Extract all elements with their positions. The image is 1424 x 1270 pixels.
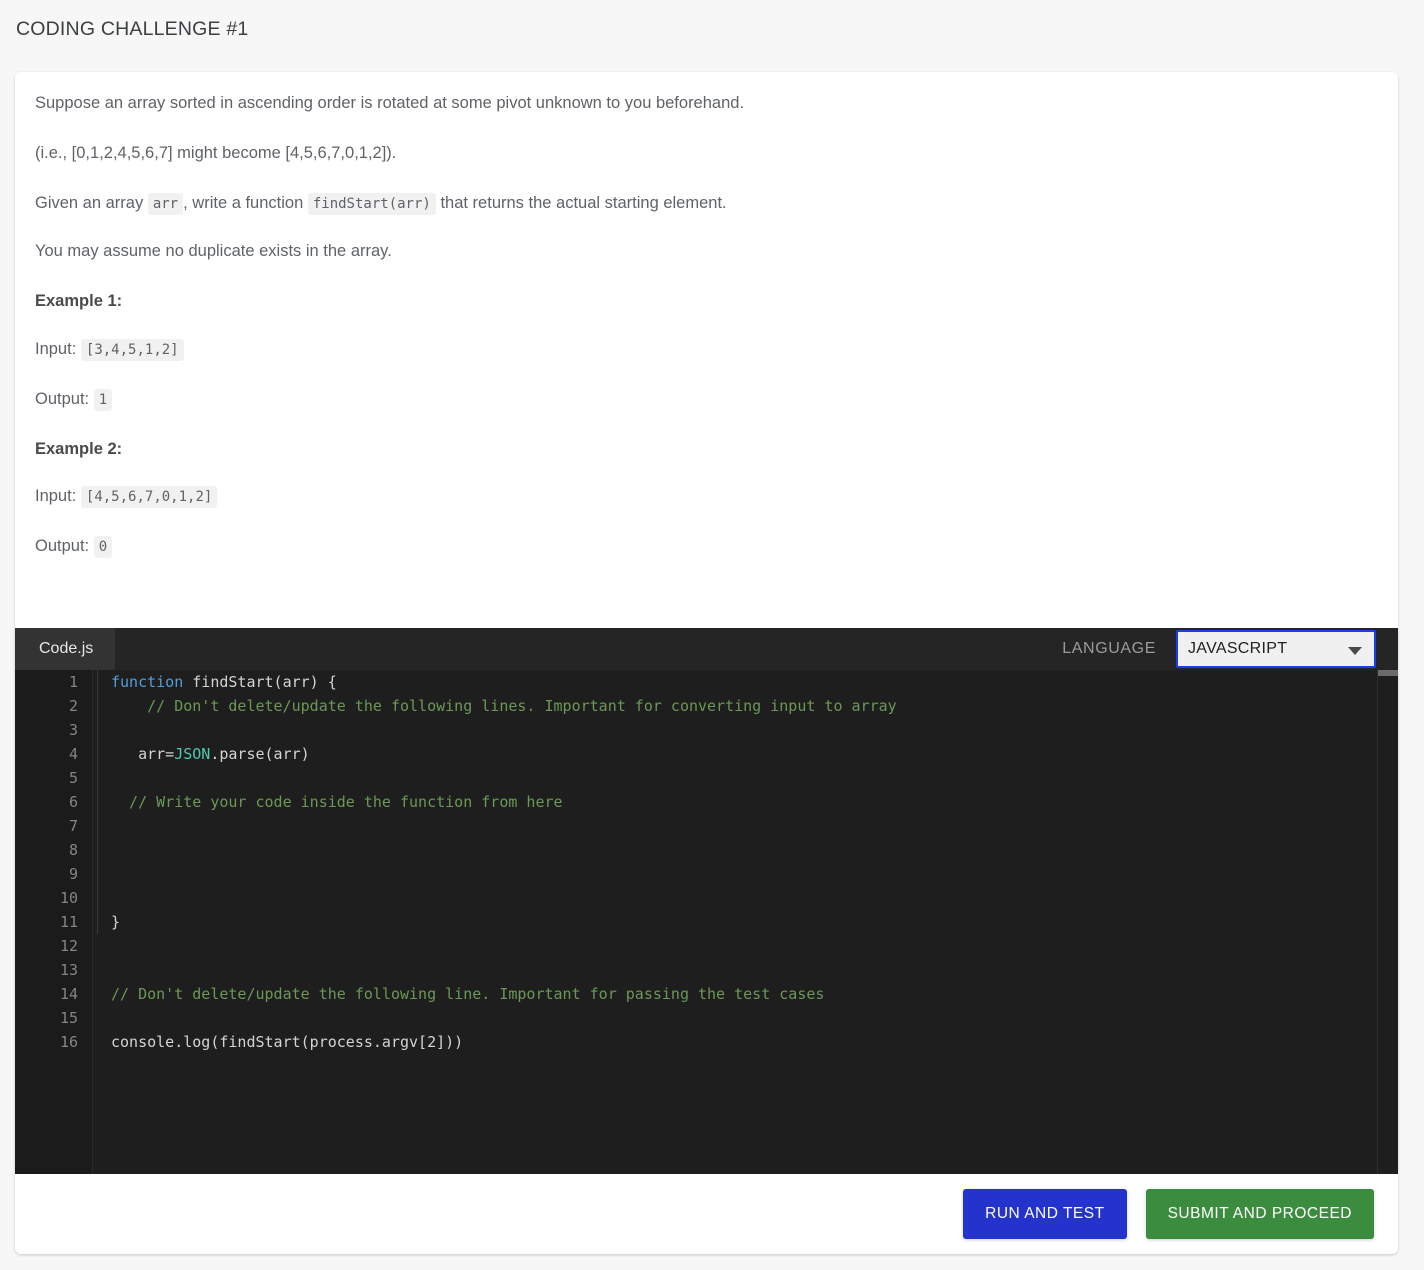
line-number: 3 (68, 721, 78, 739)
line-number-gutter: 1 2 3 4 5 6 7 8 9 10 11 12 13 14 15 16 (15, 670, 93, 1174)
line-number: 2 (68, 697, 78, 715)
code-token: console.log(findStart(process.argv[2])) (111, 1033, 464, 1051)
code-token: JSON (174, 745, 211, 763)
example-1-input-label: Input: (35, 339, 77, 358)
example-1-heading: Example 1: (35, 292, 123, 311)
line-number: 11 (59, 913, 78, 931)
problem-function-paragraph: Given an array arr, write a function fin… (35, 192, 1378, 215)
editor-body[interactable]: 1 2 3 4 5 6 7 8 9 10 11 12 13 14 15 16 function findSta… (15, 670, 1398, 1174)
given-mid-text: , write a function (183, 193, 304, 212)
problem-no-duplicates: You may assume no duplicate exists in th… (35, 242, 392, 261)
file-tab-code-js[interactable]: Code.js (15, 628, 116, 670)
given-suffix-text: that returns the actual starting element… (440, 193, 727, 212)
example-2-heading: Example 2: (35, 439, 123, 458)
language-select[interactable]: JAVASCRIPT (1176, 630, 1376, 668)
vertical-scrollbar-thumb[interactable] (1378, 670, 1398, 676)
coding-challenge-page: CODING CHALLENGE #1 Suppose an array sor… (0, 0, 1424, 1270)
code-token: } (111, 913, 121, 931)
example-1-input-value: [3,4,5,1,2] (80, 338, 184, 361)
line-number: 1 (68, 673, 78, 691)
line-number: 10 (59, 889, 78, 907)
problem-statement: Suppose an array sorted in ascending ord… (15, 72, 1398, 559)
code-token: .parse(arr) (210, 745, 310, 763)
example-2-output-label: Output: (35, 537, 90, 556)
code-token: arr= (111, 745, 175, 763)
example-2-output-value: 0 (93, 536, 113, 559)
line-number: 8 (68, 841, 78, 859)
line-number: 7 (68, 817, 78, 835)
given-prefix-text: Given an array (35, 193, 144, 212)
code-editor[interactable]: Code.js LANGUAGE JAVASCRIPT 1 2 3 4 5 6 7 8 9 10 1… (15, 628, 1398, 1174)
code-line: // Don't delete/update the following lin… (111, 694, 1352, 718)
code-token: // Don't delete/update the following lin… (111, 697, 897, 715)
example-1-output-label: Output: (35, 389, 90, 408)
submit-and-proceed-button[interactable]: SUBMIT AND PROCEED (1145, 1189, 1374, 1239)
editor-header: Code.js LANGUAGE JAVASCRIPT (15, 628, 1398, 670)
code-line: arr=JSON.parse(arr) (111, 742, 1352, 766)
code-line: // Write your code inside the function f… (111, 790, 1352, 814)
line-number: 6 (68, 793, 78, 811)
problem-paragraph-1: Suppose an array sorted in ascending ord… (35, 94, 745, 112)
example-2-output: Output: 0 (35, 536, 1378, 559)
line-number: 12 (59, 937, 78, 955)
minimap-divider (1377, 670, 1378, 1174)
inline-code-arr: arr (147, 192, 184, 215)
code-line: function findStart(arr) { (111, 670, 1352, 694)
code-token: // Write your code inside the function f… (111, 793, 563, 811)
line-number: 15 (59, 1009, 78, 1027)
code-line: console.log(findStart(process.argv[2])) (111, 1030, 1352, 1054)
code-token: // Don't delete/update the following lin… (111, 985, 825, 1003)
example-1-output-value: 1 (93, 388, 113, 411)
code-token: findStart(arr) { (192, 673, 337, 691)
code-token: function (111, 673, 193, 691)
line-number: 16 (59, 1033, 78, 1051)
inline-code-findstart: findStart(arr) (307, 192, 436, 215)
language-select-value: JAVASCRIPT (1188, 640, 1288, 657)
code-line: } (111, 910, 1352, 934)
page-title: CODING CHALLENGE #1 (16, 18, 249, 40)
line-number: 5 (68, 769, 78, 787)
example-2-input-value: [4,5,6,7,0,1,2] (80, 486, 218, 509)
line-number: 14 (59, 985, 78, 1003)
challenge-card: Suppose an array sorted in ascending ord… (15, 72, 1398, 1254)
line-number: 9 (68, 865, 78, 883)
problem-paragraph-2: (i.e., [0,1,2,4,5,6,7] might become [4,5… (35, 143, 397, 162)
line-number: 13 (59, 961, 78, 979)
language-label: LANGUAGE (1062, 640, 1156, 657)
example-2-input: Input: [4,5,6,7,0,1,2] (35, 486, 1378, 509)
chevron-down-icon (1348, 647, 1362, 655)
run-and-test-button[interactable]: RUN AND TEST (963, 1189, 1127, 1239)
code-line: // Don't delete/update the following lin… (111, 982, 1352, 1006)
example-1-input: Input: [3,4,5,1,2] (35, 338, 1378, 361)
code-content[interactable]: function findStart(arr) { // Don't delet… (93, 670, 1352, 1174)
example-1-output: Output: 1 (35, 388, 1378, 411)
file-tab-label: Code.js (39, 640, 94, 657)
action-footer: RUN AND TEST SUBMIT AND PROCEED (15, 1174, 1398, 1254)
line-number: 4 (68, 745, 78, 763)
example-2-input-label: Input: (35, 487, 77, 506)
editor-header-right: LANGUAGE JAVASCRIPT (1062, 630, 1398, 668)
